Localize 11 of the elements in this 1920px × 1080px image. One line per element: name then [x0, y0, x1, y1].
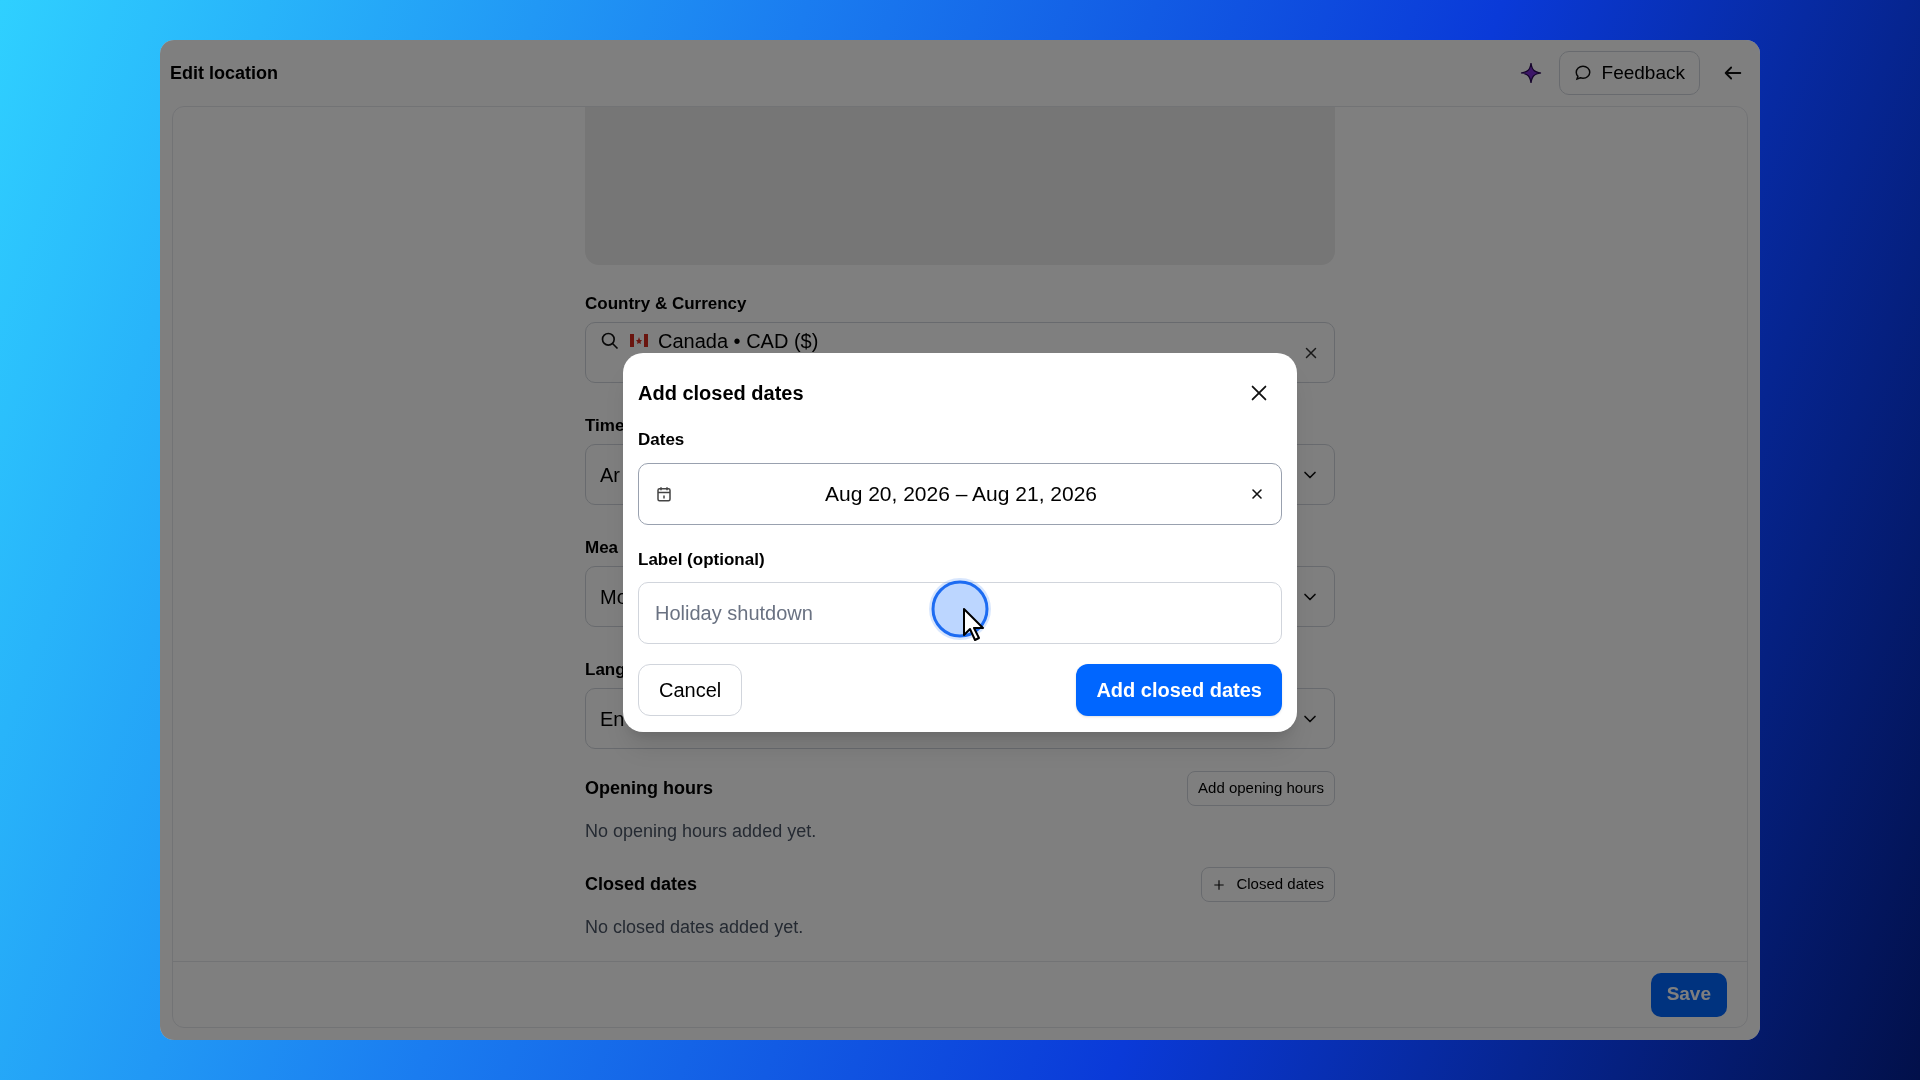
empty-state-text: No closed dates added yet. — [585, 916, 805, 939]
dialog-title: Add closed dates — [638, 381, 804, 406]
field-label: Country & Currency — [585, 294, 747, 314]
section-title: Closed dates — [585, 873, 698, 896]
field-label: Time — [585, 416, 625, 436]
field-label: Dates — [638, 429, 685, 451]
section-title: Opening hours — [585, 777, 713, 800]
field-label: Mea — [585, 538, 619, 558]
window-title: Edit location — [170, 61, 278, 85]
field-label: Label (optional) — [638, 548, 765, 571]
empty-state-text: No opening hours added yet. — [585, 820, 818, 843]
